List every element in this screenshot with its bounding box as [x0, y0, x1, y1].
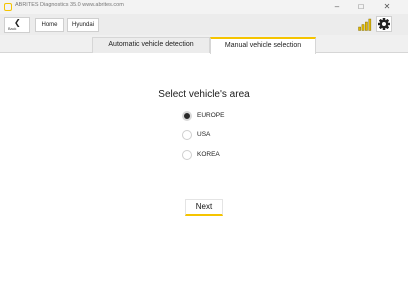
radio-usa[interactable]	[182, 130, 192, 140]
area-selection-title: Select vehicle's area	[158, 89, 250, 100]
breadcrumb-hyundai[interactable]: Hyundai	[67, 18, 99, 32]
close-icon[interactable]: ✕	[376, 1, 398, 13]
gear-icon	[378, 18, 390, 30]
option-korea-label: KOREA	[197, 151, 220, 158]
minimize-icon[interactable]: –	[326, 1, 348, 13]
back-arrow-icon: ❮	[14, 18, 21, 27]
tab-automatic-vehicle-detection[interactable]: Automatic vehicle detection	[92, 37, 210, 53]
window-title: ABRITES Diagnostics 35.0 www.abrites.com	[15, 2, 124, 8]
option-europe-label: EUROPE	[197, 112, 225, 119]
tab-manual-vehicle-selection[interactable]: Manual vehicle selection	[210, 37, 316, 54]
maximize-icon[interactable]: □	[350, 1, 372, 13]
back-button[interactable]: ❮ Back	[4, 17, 30, 33]
abrites-logo-icon	[4, 3, 12, 11]
app-window: ABRITES Diagnostics 35.0 www.abrites.com…	[0, 0, 408, 300]
option-usa-label: USA	[197, 131, 211, 138]
breadcrumb-home[interactable]: Home	[35, 18, 64, 32]
title-bar: ABRITES Diagnostics 35.0 www.abrites.com…	[0, 0, 408, 14]
back-button-label: Back	[8, 27, 17, 31]
settings-button[interactable]	[376, 16, 392, 32]
signal-bars-icon	[358, 18, 372, 31]
tab-bar: Automatic vehicle detection Manual vehic…	[0, 35, 408, 54]
radio-korea[interactable]	[182, 150, 192, 160]
toolbar: ❮ Back Home Hyundai	[0, 14, 408, 35]
next-button[interactable]: Next	[185, 199, 223, 216]
radio-europe[interactable]	[182, 111, 192, 121]
